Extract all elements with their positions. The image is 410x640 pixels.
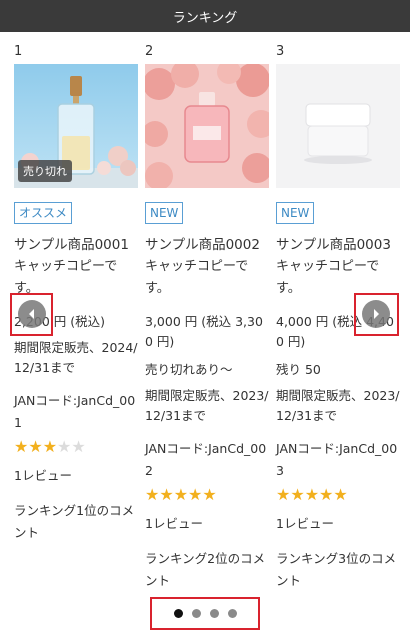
pagination-dot-4[interactable] xyxy=(227,608,237,618)
rank-number: 3 xyxy=(276,44,285,59)
soldout-badge: 売り切れ xyxy=(18,160,72,182)
product-name[interactable]: サンプル商品0001 xyxy=(14,234,138,256)
star-icon: ★ xyxy=(173,485,189,504)
star-empty-icon: ★ xyxy=(57,437,72,456)
star-icon: ★ xyxy=(333,485,348,504)
jan-code: JANコード:JanCd_001 xyxy=(14,393,136,430)
jan-code: JANコード:JanCd_003 xyxy=(276,441,398,478)
carousel-pagination[interactable] xyxy=(150,597,260,629)
star-rating: ★★★★★ xyxy=(145,486,269,504)
chevron-left-icon xyxy=(29,309,34,319)
chevron-right-icon xyxy=(374,309,379,319)
product-name[interactable]: サンプル商品0002 xyxy=(145,234,269,256)
pagination-dot-1[interactable] xyxy=(173,608,183,618)
recommend-tag: オススメ xyxy=(14,202,73,224)
review-count[interactable]: 1レビュー xyxy=(276,514,400,534)
star-rating: ★★★★★ xyxy=(14,438,138,456)
product-card-2[interactable]: 2 NEW サンプル商品0002 キャッチコピーです。 3,000 円 (税込 … xyxy=(145,44,269,592)
new-tag: NEW xyxy=(145,202,184,224)
star-rating: ★★★★★ xyxy=(276,486,400,504)
star-icon: ★ xyxy=(188,485,203,504)
star-icon: ★ xyxy=(304,485,320,504)
review-count[interactable]: 1レビュー xyxy=(14,466,138,486)
carousel-next-button[interactable] xyxy=(362,300,390,328)
product-image-cream-jar[interactable] xyxy=(276,64,400,188)
star-icon: ★ xyxy=(202,485,217,504)
star-icon: ★ xyxy=(159,485,174,504)
new-tag: NEW xyxy=(276,202,315,224)
ranking-comment: ランキング2位のコメント xyxy=(145,551,266,588)
ranking-comment: ランキング1位のコメント xyxy=(14,503,135,540)
pagination-dot-3[interactable] xyxy=(209,608,219,618)
header-title: ランキング xyxy=(172,10,238,26)
catch-copy: キャッチコピーです。 xyxy=(145,259,249,296)
star-icon: ★ xyxy=(276,485,291,504)
sale-period: 期間限定販売、2023/12/31まで xyxy=(276,388,400,423)
jan-code: JANコード:JanCd_002 xyxy=(145,441,267,478)
star-icon: ★ xyxy=(290,485,305,504)
product-image-perfume[interactable]: 売り切れ xyxy=(14,64,138,188)
product-price: 3,000 円 (税込 3,300 円) xyxy=(145,314,263,349)
star-icon: ★ xyxy=(42,437,58,456)
sale-period: 期間限定販売、2024/12/31まで xyxy=(14,340,138,375)
star-icon: ★ xyxy=(14,437,29,456)
review-count[interactable]: 1レビュー xyxy=(145,514,269,534)
star-icon: ★ xyxy=(145,485,160,504)
stock-status: 売り切れあり～ xyxy=(145,362,233,377)
ranking-header: ランキング xyxy=(0,0,410,32)
carousel-prev-button[interactable] xyxy=(18,300,46,328)
product-name[interactable]: サンプル商品0003 xyxy=(276,234,400,256)
star-icon: ★ xyxy=(28,437,43,456)
star-empty-icon: ★ xyxy=(71,437,86,456)
product-image-perfume-roses[interactable] xyxy=(145,64,269,188)
ranking-comment: ランキング3位のコメント xyxy=(276,551,397,588)
pagination-dot-2[interactable] xyxy=(191,608,201,618)
stock-status: 残り 50 xyxy=(276,362,321,377)
rank-number: 2 xyxy=(145,44,154,59)
sale-period: 期間限定販売、2023/12/31まで xyxy=(145,388,269,423)
rank-number: 1 xyxy=(14,44,23,59)
star-icon: ★ xyxy=(319,485,334,504)
